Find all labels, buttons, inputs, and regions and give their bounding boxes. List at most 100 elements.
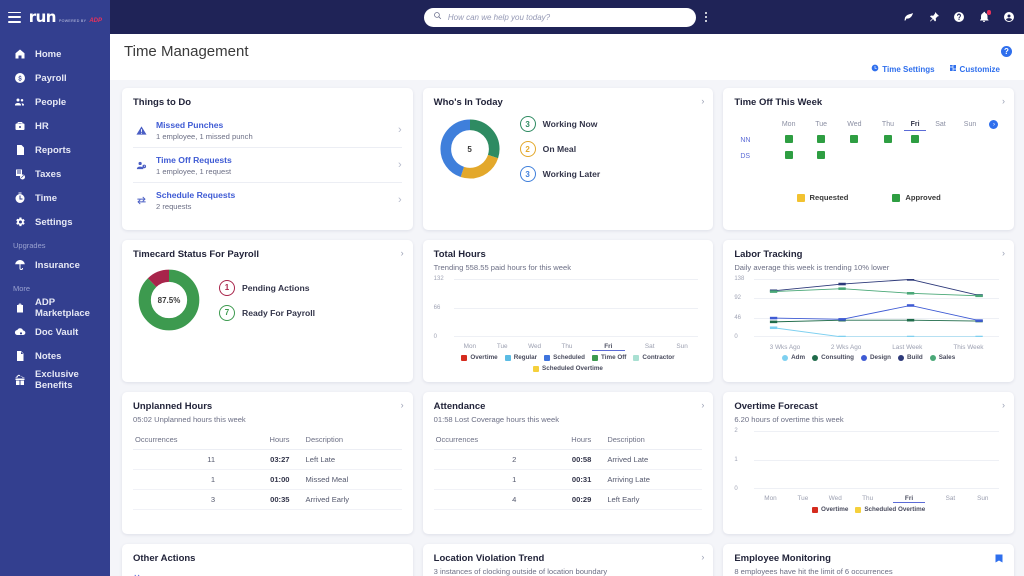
bar-column: [789, 431, 824, 489]
list-item[interactable]: Schedule Requests 2 requests ›: [133, 182, 402, 217]
x-label: Sun: [967, 495, 999, 503]
overtime-forecast-chart: 2 1 0 Mon Tue Wed Thu Fri: [734, 429, 1003, 503]
data-point: [907, 304, 914, 307]
x-label-today: Fri: [592, 343, 624, 351]
table-row: NN: [736, 133, 1001, 147]
help-icon[interactable]: [952, 10, 966, 24]
legend-item-requested: Requested: [797, 193, 849, 202]
chevron-right-icon[interactable]: ›: [398, 194, 402, 206]
card-subtitle: 01:58 Lost Coverage hours this week: [434, 415, 703, 424]
sidebar-item-payroll[interactable]: Payroll: [0, 66, 110, 90]
customize-button[interactable]: Customize: [949, 64, 1000, 74]
sidebar-item-taxes[interactable]: Taxes: [0, 162, 110, 186]
cell-occurrences: 1: [434, 470, 531, 490]
sidebar-item-exclusive-benefits[interactable]: Exclusive Benefits: [0, 368, 110, 392]
chevron-right-icon[interactable]: ›: [398, 124, 402, 136]
day-cell: [837, 149, 871, 163]
y-tick: 92: [734, 295, 741, 301]
sidebar-item-time[interactable]: Time: [0, 186, 110, 210]
card-time-off-this-week: Time Off This Week › Mon Tue Wed Thu Fri…: [723, 88, 1014, 230]
sidebar-item-notes[interactable]: Notes: [0, 344, 110, 368]
sidebar-label: HR: [35, 121, 49, 132]
sidebar-label: People: [35, 97, 66, 108]
global-search[interactable]: [424, 8, 696, 27]
legend-label: On Meal: [543, 144, 576, 154]
chevron-right-icon[interactable]: ›: [401, 249, 404, 258]
legend-item: 3 Working Now: [520, 116, 601, 132]
list-item[interactable]: Time Off Requests 1 employee, 1 request …: [133, 147, 402, 182]
grid-icon: [949, 64, 957, 74]
chevron-right-icon[interactable]: ›: [401, 401, 404, 410]
legend-item: 1 Pending Actions: [219, 280, 315, 296]
more-options-icon[interactable]: [702, 9, 710, 25]
brand-row: run POWERED BY ADP: [0, 0, 110, 34]
day-header: Tue: [807, 118, 835, 131]
alert-triangle-icon: [135, 125, 148, 136]
x-label: Tue: [787, 495, 819, 503]
day-cell: [807, 133, 835, 147]
list-item[interactable]: Missed Punches 1 employee, 1 missed punc…: [133, 115, 402, 147]
account-avatar-icon[interactable]: [1002, 10, 1016, 24]
sidebar-label: Settings: [35, 217, 72, 228]
chevron-right-icon[interactable]: ›: [701, 401, 704, 410]
cell-occurrences: 2: [434, 450, 531, 470]
list-item-desc: 1 employee, 1 request: [156, 167, 232, 176]
sidebar-item-reports[interactable]: Reports: [0, 138, 110, 162]
search-input[interactable]: [448, 13, 687, 22]
legend-label: Overtime: [821, 506, 848, 513]
sidebar-item-people[interactable]: People: [0, 90, 110, 114]
x-label: Wed: [518, 343, 550, 351]
hamburger-menu-icon[interactable]: [8, 12, 21, 23]
sidebar-item-insurance[interactable]: Insurance: [0, 253, 110, 277]
legend-swatch: [861, 355, 867, 361]
page-help-icon[interactable]: ?: [1001, 46, 1012, 57]
chevron-right-icon[interactable]: ›: [398, 159, 402, 171]
donut-center-value: 5: [438, 117, 502, 181]
legend-swatch: [812, 355, 818, 361]
card-labor-tracking: Labor Tracking Daily average this week i…: [723, 240, 1014, 382]
list-item-label[interactable]: Missed Punches: [156, 120, 223, 130]
briefcase-icon: [13, 120, 26, 133]
approved-marker: [817, 135, 825, 143]
legend-item: 2 On Meal: [520, 141, 601, 157]
report-icon: [13, 144, 26, 157]
card-location-violation-trend: Location Violation Trend 3 instances of …: [423, 544, 714, 576]
chevron-right-icon[interactable]: ›: [1002, 249, 1005, 258]
sidebar-label: ADP Marketplace: [35, 297, 110, 319]
card-overtime-forecast: Overtime Forecast 6.20 hours of overtime…: [723, 392, 1014, 534]
list-item-label[interactable]: Schedule Requests: [156, 190, 235, 200]
legend-item: Scheduled Overtime: [855, 506, 925, 513]
pin-icon[interactable]: [927, 10, 941, 24]
chevron-right-icon[interactable]: ›: [701, 97, 704, 106]
bookmark-icon[interactable]: [902, 10, 916, 24]
swap-arrows-icon: [135, 195, 148, 206]
sidebar-item-settings[interactable]: Settings: [0, 210, 110, 234]
notifications-icon[interactable]: [977, 10, 991, 24]
x-label: Tue: [486, 343, 518, 351]
time-settings-button[interactable]: Time Settings: [871, 64, 934, 74]
flag-icon[interactable]: [993, 552, 1006, 565]
list-item-desc: 1 employee, 1 missed punch: [156, 132, 253, 141]
bar-column: [824, 431, 859, 489]
bar-series: [754, 431, 999, 489]
x-label: Thu: [551, 343, 583, 351]
column-header: Hours: [530, 430, 605, 450]
sidebar-item-hr[interactable]: HR: [0, 114, 110, 138]
card-subtitle: 3 instances of clocking outside of locat…: [434, 567, 703, 576]
sidebar-item-home[interactable]: Home: [0, 42, 110, 66]
x-axis-labels: Mon Tue Wed Thu Fri Sat Sun: [454, 343, 699, 351]
next-week-icon[interactable]: ›: [989, 120, 998, 129]
day-cell: [772, 149, 805, 163]
data-point: [907, 336, 914, 337]
day-cell: [874, 133, 903, 147]
chevron-right-icon[interactable]: ›: [1002, 401, 1005, 410]
chevron-right-icon[interactable]: ›: [701, 553, 704, 562]
data-point: [770, 290, 777, 293]
list-item-label[interactable]: Time Off Requests: [156, 155, 232, 165]
sidebar-item-doc-vault[interactable]: Doc Vault: [0, 320, 110, 344]
chevron-right-icon[interactable]: ›: [1002, 97, 1005, 106]
data-point: [839, 287, 846, 290]
day-header: Wed: [837, 118, 871, 131]
sidebar-item-adp-marketplace[interactable]: ADP Marketplace: [0, 296, 110, 320]
data-point: [770, 326, 777, 329]
